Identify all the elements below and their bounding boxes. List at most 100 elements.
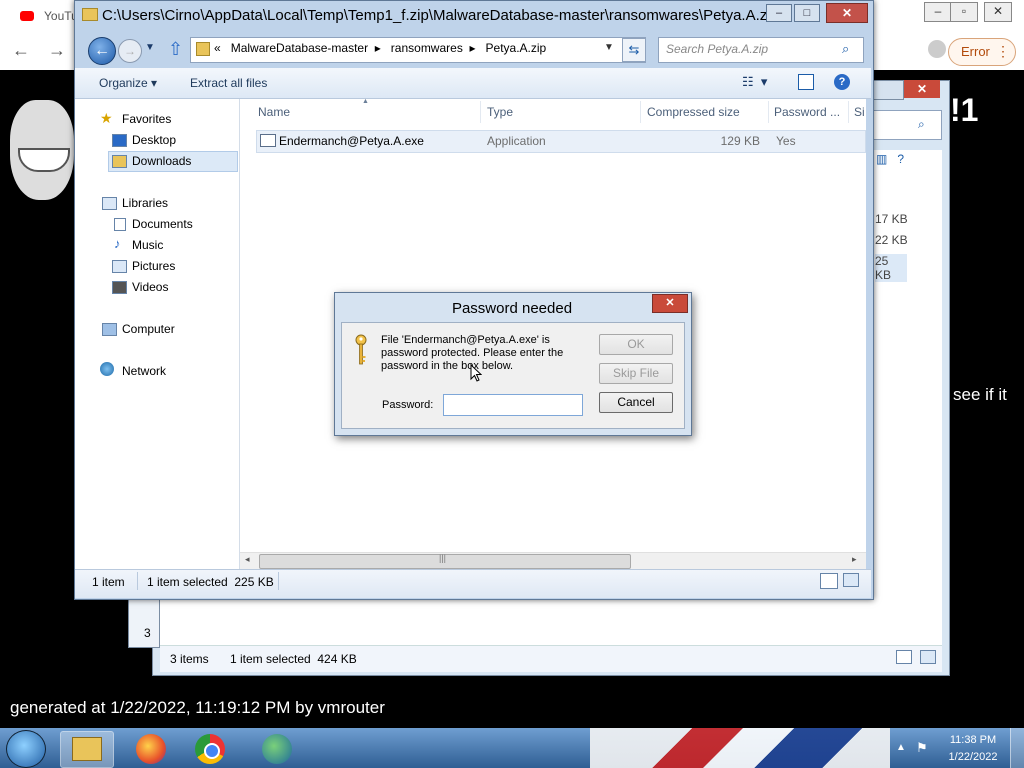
scroll-grip-icon: ||| — [439, 553, 447, 563]
mouse-cursor-icon — [470, 364, 482, 382]
back-preview-view-icon[interactable] — [920, 650, 936, 664]
application-icon — [260, 134, 276, 147]
column-divider[interactable] — [848, 101, 849, 123]
file-name[interactable]: Endermanch@Petya.A.exe — [279, 134, 424, 148]
nav-favorites[interactable]: Favorites — [122, 112, 171, 126]
back-maximize-button[interactable] — [872, 80, 904, 100]
profile-avatar-icon[interactable] — [928, 40, 946, 58]
key-icon — [355, 334, 367, 365]
action-center-flag-icon[interactable]: ⚑ — [916, 740, 928, 756]
back-details-view-icon[interactable] — [896, 650, 912, 664]
browser-close-button[interactable]: ✕ — [984, 2, 1012, 22]
back-view-icons[interactable]: ▥ ? — [876, 152, 904, 166]
organize-button[interactable]: Organize ▾ — [99, 76, 157, 90]
history-dropdown-icon[interactable]: ▼ — [145, 42, 155, 53]
cancel-button[interactable]: Cancel — [599, 392, 673, 413]
file-type: Application — [487, 134, 546, 148]
tray-expand-icon[interactable]: ▲ — [896, 742, 906, 753]
back-size-cell: 22 KB — [875, 233, 908, 247]
browser-forward-icon[interactable]: → — [48, 40, 66, 61]
search-icon[interactable]: ⌕ — [842, 41, 849, 57]
show-desktop-button[interactable] — [1010, 728, 1024, 768]
nav-pictures[interactable]: Pictures — [132, 259, 175, 273]
folder-icon — [82, 8, 98, 21]
back-status-items: 3 items — [170, 652, 209, 666]
breadcrumb-item[interactable]: Petya.A.zip — [486, 41, 547, 55]
column-divider[interactable] — [480, 101, 481, 123]
preview-pane-icon[interactable] — [798, 74, 814, 90]
back-button[interactable]: ← — [88, 37, 116, 65]
column-header-password[interactable]: Password ... — [774, 105, 840, 119]
file-compressed-size: 129 KB — [720, 134, 760, 148]
scroll-right-icon[interactable]: ▸ — [852, 554, 857, 565]
third-window-digit: 3 — [144, 626, 151, 640]
browser-maximize-button[interactable]: ▫ — [950, 2, 978, 22]
browser-minimize-button[interactable]: – — [924, 2, 952, 22]
back-size-cell: 25 KB — [875, 254, 907, 282]
clock-time[interactable]: 11:38 PM — [940, 734, 1006, 746]
nav-network[interactable]: Network — [122, 364, 166, 378]
nav-downloads[interactable]: Downloads — [132, 154, 191, 168]
help-icon[interactable]: ? — [834, 74, 850, 90]
details-view-icon[interactable] — [820, 573, 838, 589]
maximize-button[interactable]: □ — [794, 4, 820, 22]
breadcrumb-item[interactable]: ransomwares — [391, 41, 463, 55]
browser-tab-label[interactable]: YouTu — [44, 5, 78, 27]
breadcrumb-overflow[interactable]: « — [214, 41, 221, 55]
address-dropdown-icon[interactable]: ▼ — [604, 42, 614, 53]
back-status-selected: 1 item selected 424 KB — [230, 652, 357, 666]
column-header-name[interactable]: Name — [258, 105, 290, 119]
preview-view-icon[interactable] — [843, 573, 859, 587]
nav-desktop[interactable]: Desktop — [132, 133, 176, 147]
back-close-button[interactable]: ✕ — [904, 80, 940, 98]
nav-documents[interactable]: Documents — [132, 217, 193, 231]
nav-music[interactable]: Music — [132, 238, 163, 252]
column-header-type[interactable]: Type — [487, 105, 513, 119]
password-field[interactable] — [443, 394, 583, 416]
skip-file-button[interactable]: Skip File — [599, 363, 673, 384]
file-password-protected: Yes — [776, 134, 796, 148]
browser-back-icon[interactable]: ← — [12, 40, 30, 61]
documents-icon — [114, 218, 126, 231]
forward-button[interactable]: → — [118, 39, 142, 63]
column-header-size[interactable]: Si — [854, 105, 864, 119]
third-window-edge — [128, 596, 160, 648]
clock-date[interactable]: 1/22/2022 — [940, 751, 1006, 763]
column-divider[interactable] — [768, 101, 769, 123]
status-item-count: 1 item — [92, 575, 125, 589]
column-divider[interactable] — [640, 101, 641, 123]
youtube-icon — [20, 11, 34, 21]
column-header-compressed-size[interactable]: Compressed size — [647, 105, 740, 119]
music-icon: ♪ — [114, 236, 121, 251]
window-title: C:\Users\Cirno\AppData\Local\Temp\Temp1_… — [102, 7, 780, 24]
start-button[interactable] — [6, 730, 46, 768]
search-placeholder: Search Petya.A.zip — [666, 42, 769, 56]
breadcrumb-item[interactable]: MalwareDatabase-master — [231, 41, 368, 55]
browser-menu-icon[interactable]: ⋮ — [996, 38, 1010, 64]
nav-computer[interactable]: Computer — [122, 322, 175, 336]
status-divider — [137, 572, 138, 590]
refresh-icon[interactable]: ⇆ — [622, 38, 646, 62]
nav-videos[interactable]: Videos — [132, 280, 168, 294]
generated-caption: generated at 1/22/2022, 11:19:12 PM by v… — [10, 698, 385, 717]
ok-button[interactable]: OK — [599, 334, 673, 355]
minimize-button[interactable]: – — [766, 4, 792, 22]
nav-libraries[interactable]: Libraries — [122, 196, 168, 210]
explorer-icon — [72, 737, 102, 761]
dialog-close-button[interactable]: ✕ — [652, 294, 688, 313]
change-view-icon[interactable]: ☷ ▾ — [742, 74, 767, 90]
breadcrumb[interactable]: « MalwareDatabase-master ▸ ransomwares ▸… — [214, 41, 546, 55]
address-folder-icon — [196, 42, 210, 56]
up-folder-icon[interactable]: ⇧ — [168, 39, 183, 60]
extract-all-button[interactable]: Extract all files — [190, 76, 267, 90]
downloads-icon — [112, 155, 127, 168]
scroll-left-icon[interactable]: ◂ — [245, 554, 250, 565]
chrome-icon-center — [204, 743, 220, 759]
download-manager-icon — [262, 734, 292, 764]
password-label: Password: — [382, 399, 434, 411]
back-search-icon[interactable]: ⌕ — [918, 117, 925, 132]
back-search-input[interactable] — [872, 110, 942, 140]
close-button[interactable]: ✕ — [826, 3, 868, 23]
video-title-fragment: !1 — [950, 92, 979, 128]
pictures-icon — [112, 260, 127, 273]
